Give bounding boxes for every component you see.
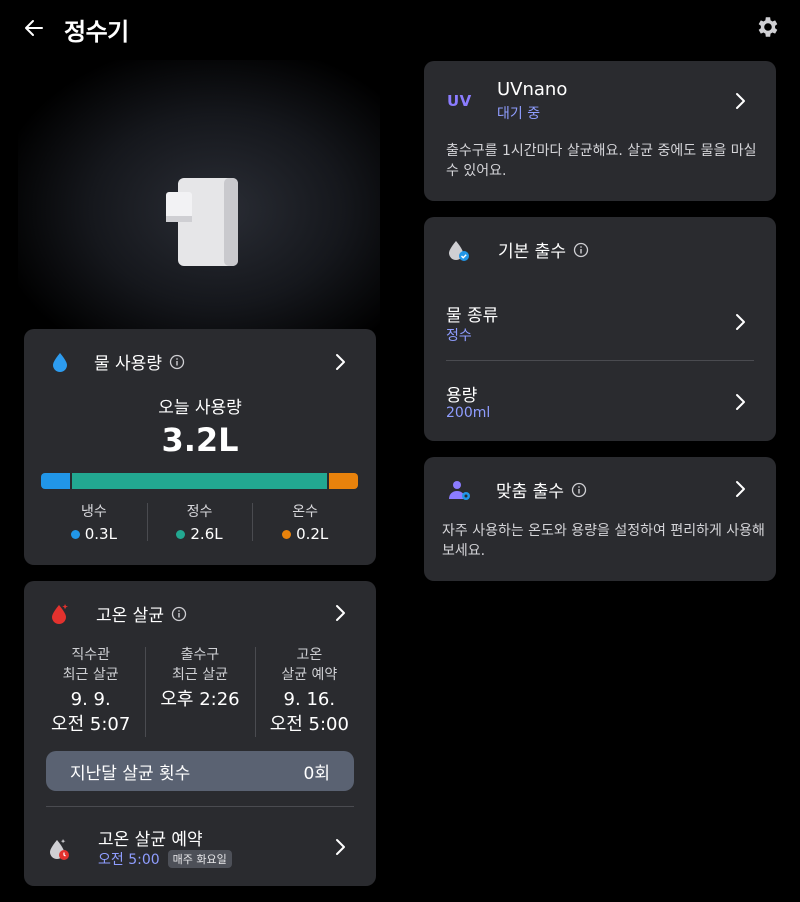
schedule-title: 고온 살균 예약 xyxy=(98,830,203,850)
schedule-badge: 매주 화요일 xyxy=(167,850,232,868)
custom-dispense-card[interactable]: 맞춤 출수 자주 사용하는 온도와 용량을 설정하여 편리하게 사용해보세요. xyxy=(424,457,776,581)
legend-cold: 냉수 0.3L xyxy=(41,501,147,545)
stat-pipe-label: 직수관 최근 살균 xyxy=(62,647,119,683)
legend-hot-name: 온수 xyxy=(292,504,319,520)
stat-outlet-label: 출수구 최근 살균 xyxy=(172,647,228,683)
legend-cold-name: 냉수 xyxy=(80,504,107,520)
usage-bar-purified xyxy=(72,473,327,489)
stat-reserve-value: 9. 16. 오전 5:00 xyxy=(269,689,349,735)
usage-legend: 냉수 0.3L 정수 2.6L 온수 0.2L xyxy=(41,501,358,545)
today-usage-value: 3.2L xyxy=(161,421,239,459)
basic-dispense-header: 기본 출수 xyxy=(448,237,589,262)
basic-dispense-card: 기본 출수 물 종류 정수 용량 200ml xyxy=(424,217,776,441)
legend-cold-value: 0.3L xyxy=(84,525,117,543)
stat-reserve: 고온 살균 예약 9. 16. 오전 5:00 xyxy=(254,645,364,739)
hot-drop-icon xyxy=(52,603,68,624)
legend-hot-dot xyxy=(282,529,292,539)
today-usage-label: 오늘 사용량 xyxy=(158,398,242,418)
sterilization-title: 고온 살균 xyxy=(96,606,164,626)
stat-pipe: 직수관 최근 살균 9. 9. 오전 5:07 xyxy=(36,645,145,739)
water-type-value[interactable]: 정수 xyxy=(446,325,472,345)
uv-status: 대기 중 xyxy=(497,106,541,122)
usage-bar xyxy=(41,473,358,489)
water-usage-card[interactable]: 물 사용량 오늘 사용량 3.2L 냉수 0.3L 정수 2.6L 온수 0.2… xyxy=(24,329,376,565)
water-usage-title: 물 사용량 xyxy=(94,354,162,374)
schedule-time: 오전 5:00 xyxy=(98,852,160,868)
top-app-bar: 정수기 xyxy=(0,0,800,56)
monthly-count-bar: 지난달 살균 횟수 0회 xyxy=(46,751,354,791)
usage-bar-hot xyxy=(328,473,358,489)
water-drop-icon xyxy=(53,352,67,372)
chevron-right-icon[interactable] xyxy=(730,479,750,499)
info-icon[interactable] xyxy=(171,606,187,622)
info-icon[interactable] xyxy=(169,354,185,370)
chevron-right-icon[interactable] xyxy=(330,837,350,857)
divider xyxy=(446,360,754,361)
uv-description: 출수구를 1시간마다 살균해요. 살균 중에도 물을 마실 수 있어요. xyxy=(446,143,757,179)
stat-outlet: 출수구 최근 살균 오후 2:26 xyxy=(145,645,254,739)
water-purifier-image xyxy=(166,178,238,266)
monthly-count-label: 지난달 살균 횟수 xyxy=(70,763,191,784)
legend-cold-dot xyxy=(70,529,80,539)
legend-purified-dot xyxy=(176,529,186,539)
legend-purified-value: 2.6L xyxy=(190,525,223,543)
volume-value[interactable]: 200ml xyxy=(446,405,490,421)
back-arrow-icon[interactable] xyxy=(18,12,50,44)
chevron-right-icon[interactable] xyxy=(730,392,750,412)
sterilization-stats: 직수관 최근 살균 9. 9. 오전 5:07 출수구 최근 살균 오후 2:2… xyxy=(36,645,364,739)
stat-pipe-value: 9. 9. 오전 5:07 xyxy=(51,689,131,735)
info-icon[interactable] xyxy=(571,482,587,498)
chevron-right-icon[interactable] xyxy=(730,91,750,111)
stat-outlet-value: 오후 2:26 xyxy=(160,689,240,710)
sterilization-header: 고온 살균 xyxy=(50,601,187,626)
gear-icon[interactable] xyxy=(752,12,782,42)
legend-hot-value: 0.2L xyxy=(296,525,329,543)
user-settings-icon xyxy=(449,480,470,500)
info-icon[interactable] xyxy=(573,242,589,258)
stat-reserve-label: 고온 살균 예약 xyxy=(281,647,338,683)
chevron-right-icon[interactable] xyxy=(330,603,350,623)
basic-dispense-title: 기본 출수 xyxy=(498,242,566,262)
uvnano-card[interactable]: UV UVnano 대기 중 출수구를 1시간마다 살균해요. 살균 중에도 물… xyxy=(424,61,776,201)
sterilization-card[interactable]: 고온 살균 직수관 최근 살균 9. 9. 오전 5:07 출수구 최근 살균 … xyxy=(24,581,376,886)
water-drop-check-icon xyxy=(449,240,469,261)
monthly-count-value: 0회 xyxy=(303,763,330,784)
uv-icon: UV xyxy=(447,92,472,110)
legend-purified-name: 정수 xyxy=(186,504,213,520)
chevron-right-icon[interactable] xyxy=(730,312,750,332)
chevron-right-icon[interactable] xyxy=(330,352,350,372)
product-hero-image xyxy=(18,60,380,332)
sterilize-schedule-icon xyxy=(50,839,69,860)
custom-dispense-description: 자주 사용하는 온도와 용량을 설정하여 편리하게 사용해보세요. xyxy=(442,523,765,559)
water-type-label: 물 종류 xyxy=(446,306,499,326)
water-usage-header: 물 사용량 xyxy=(52,349,185,374)
usage-bar-cold xyxy=(41,473,71,489)
page-title: 정수기 xyxy=(64,18,129,46)
divider xyxy=(46,806,354,807)
legend-hot: 온수 0.2L xyxy=(252,501,358,545)
legend-purified: 정수 2.6L xyxy=(146,501,253,545)
custom-dispense-title: 맞춤 출수 xyxy=(496,482,564,502)
schedule-subtitle: 오전 5:00 매주 화요일 xyxy=(98,849,232,869)
uv-name: UVnano xyxy=(497,79,568,100)
volume-label: 용량 xyxy=(446,386,478,406)
custom-dispense-header: 맞춤 출수 xyxy=(448,477,587,502)
